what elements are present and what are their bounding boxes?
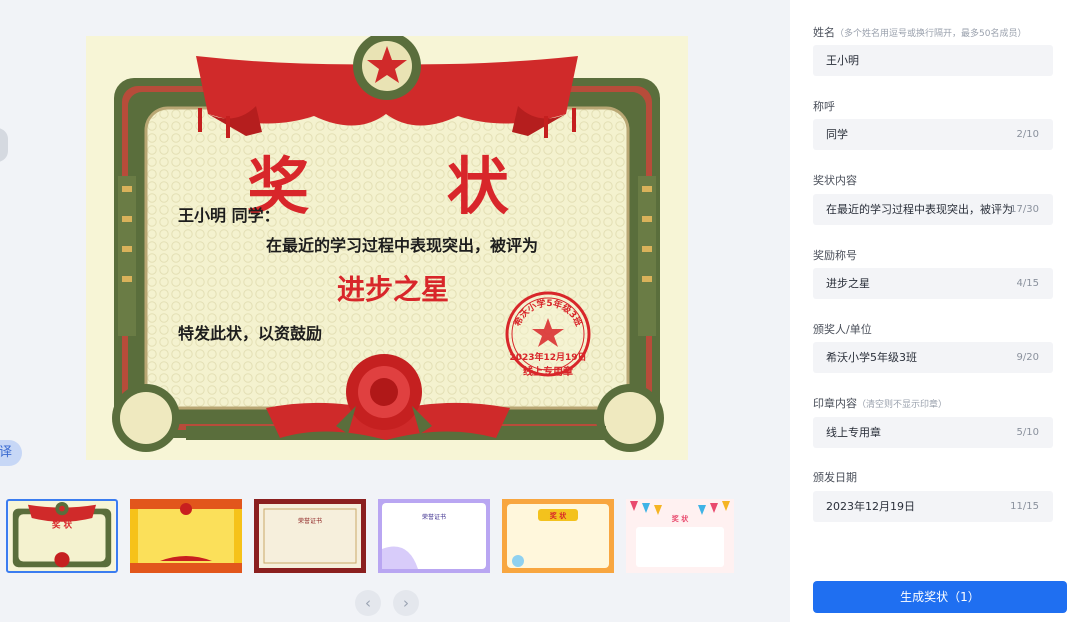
- date-label: 颁发日期: [813, 471, 857, 484]
- certificate-stamp: 希沃小学5年级3班 2023年12月19日 线上专用章: [504, 290, 592, 378]
- content-input[interactable]: 在最近的学习过程中表现突出，被评为 17/30: [813, 194, 1053, 225]
- preview-area: 译 奖 状 王小明 同学： 在最近的学习过程中表现突出，被评为 进步之星 特发此…: [0, 0, 790, 622]
- template-thumb-1-title: 奖 状: [52, 519, 72, 530]
- template-thumb-6-graphic: 奖 状: [626, 499, 734, 573]
- issuer-label: 颁奖人/单位: [813, 323, 872, 336]
- template-thumb-6-title: 奖 状: [672, 514, 689, 523]
- template-thumb-4-graphic: 荣誉证书: [378, 499, 490, 573]
- content-label: 奖状内容: [813, 174, 857, 187]
- date-char-count: 11/15: [1010, 501, 1039, 512]
- chevron-right-icon: ›: [403, 594, 409, 612]
- name-label-hint: （多个姓名用逗号或换行隔开，最多50名成员）: [835, 29, 1027, 39]
- title-input-value: 同学: [826, 128, 848, 141]
- stamp-input[interactable]: 线上专用章 5/10: [813, 417, 1053, 448]
- stamp-label-field: 印章内容（清空则不显示印章）: [813, 395, 947, 411]
- title-char-count: 2/10: [1016, 129, 1039, 140]
- award-label: 奖励称号: [813, 249, 857, 262]
- issuer-input[interactable]: 希沃小学5年级3班 9/20: [813, 342, 1053, 373]
- name-input[interactable]: 王小明: [813, 45, 1053, 76]
- stamp-char-count: 5/10: [1016, 427, 1039, 438]
- certificate-recipient: 王小明 同学：: [178, 206, 280, 225]
- template-thumb-2-graphic: [130, 499, 242, 573]
- issuer-input-value: 希沃小学5年级3班: [826, 351, 917, 364]
- content-char-count: 17/30: [1010, 204, 1039, 215]
- translate-button[interactable]: 译: [0, 440, 22, 466]
- certificate-award-title: 进步之星: [336, 273, 449, 306]
- template-thumb-3-graphic: 荣誉证书: [254, 499, 366, 573]
- generate-certificate-button[interactable]: 生成奖状（1）: [813, 581, 1067, 613]
- certificate-title: 奖 状: [247, 150, 567, 223]
- template-thumb-1[interactable]: 奖 状: [6, 499, 118, 573]
- template-thumb-5-graphic: 奖 状: [502, 499, 614, 573]
- date-input[interactable]: 2023年12月19日 11/15: [813, 491, 1053, 522]
- certificate-closing: 特发此状，以资鼓励: [178, 324, 323, 343]
- template-thumb-4[interactable]: 荣誉证书: [378, 499, 490, 573]
- template-thumb-3[interactable]: 荣誉证书: [254, 499, 366, 573]
- collapse-handle[interactable]: [0, 128, 8, 162]
- name-label: 姓名（多个姓名用逗号或换行隔开，最多50名成员）: [813, 24, 1026, 40]
- award-char-count: 4/15: [1016, 278, 1039, 289]
- template-thumb-5[interactable]: 奖 状: [502, 499, 614, 573]
- form-panel: 姓名（多个姓名用逗号或换行隔开，最多50名成员） 王小明 称呼 同学 2/10 …: [790, 0, 1080, 622]
- template-thumb-5-title: 奖 状: [550, 511, 567, 520]
- name-input-value: 王小明: [826, 54, 859, 67]
- stamp-input-value: 线上专用章: [826, 426, 881, 439]
- date-input-value: 2023年12月19日: [826, 500, 915, 513]
- template-thumb-6[interactable]: 奖 状: [626, 499, 734, 573]
- title-input[interactable]: 同学 2/10: [813, 119, 1053, 150]
- stamp-label: 线上专用章: [523, 367, 573, 378]
- template-thumb-1-graphic: 奖 状: [9, 501, 115, 571]
- template-thumb-4-title: 荣誉证书: [422, 513, 446, 521]
- award-input-value: 进步之星: [826, 277, 870, 290]
- issuer-char-count: 9/20: [1016, 352, 1039, 363]
- certificate-preview: 奖 状 王小明 同学： 在最近的学习过程中表现突出，被评为 进步之星 特发此状，…: [86, 36, 688, 460]
- stamp-label-text: 印章内容: [813, 397, 857, 410]
- certificate-body: 在最近的学习过程中表现突出，被评为: [265, 236, 538, 255]
- content-input-value: 在最近的学习过程中表现突出，被评为: [826, 203, 1013, 216]
- next-template-button[interactable]: ›: [393, 590, 419, 616]
- prev-template-button[interactable]: ‹: [355, 590, 381, 616]
- chevron-left-icon: ‹: [365, 594, 371, 612]
- title-label: 称呼: [813, 100, 835, 113]
- template-thumb-3-title: 荣誉证书: [298, 517, 322, 525]
- stamp-date: 2023年12月19日: [509, 353, 587, 363]
- award-input[interactable]: 进步之星 4/15: [813, 268, 1053, 299]
- template-thumb-2[interactable]: [130, 499, 242, 573]
- stamp-label-hint: （清空则不显示印章）: [857, 400, 948, 410]
- name-label-text: 姓名: [813, 26, 835, 39]
